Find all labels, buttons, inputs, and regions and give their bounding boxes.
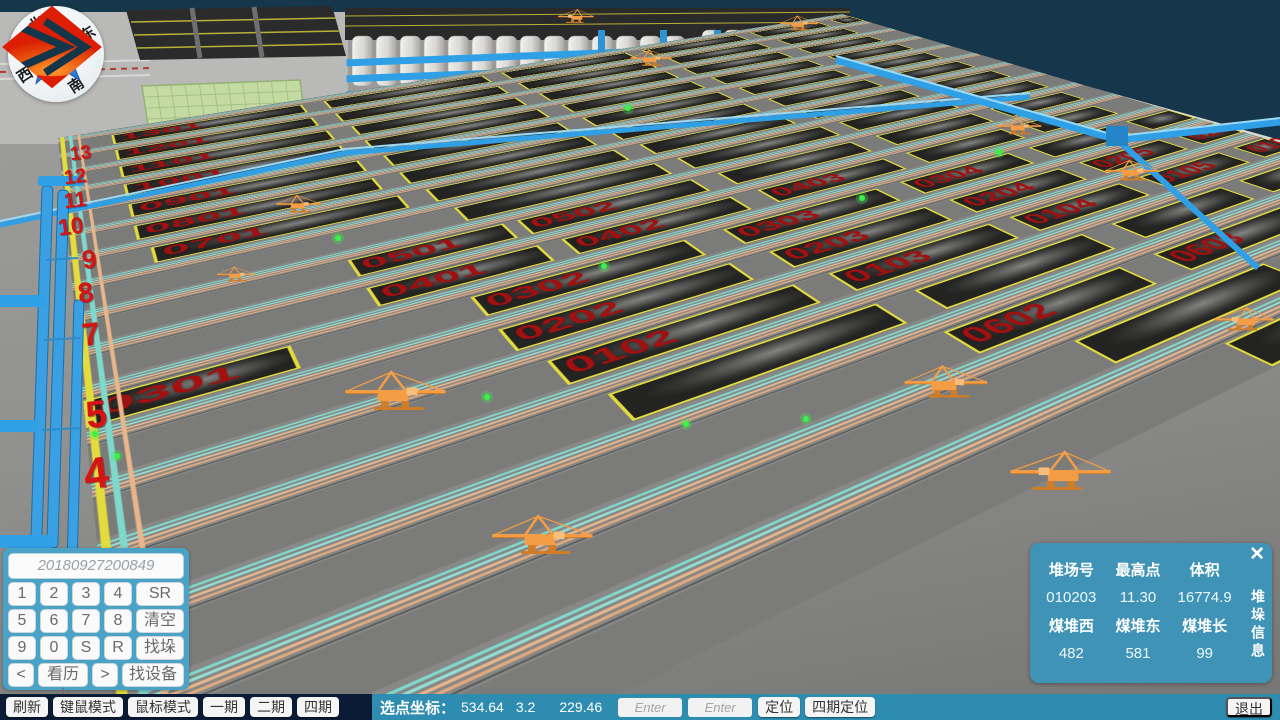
- toolbar-button-定位[interactable]: 定位: [758, 697, 800, 717]
- info-value: 16774.9: [1171, 589, 1238, 606]
- row-number-11: 11: [63, 189, 88, 213]
- coal-yard-3d-app: 1301120111011001090108010701050105020401…: [0, 0, 1280, 720]
- stacker-reclaimer-machine[interactable]: [780, 16, 818, 30]
- close-icon[interactable]: ✕: [1249, 545, 1265, 564]
- bottom-toolbar: 刷新键鼠模式鼠标模式一期二期四期 选点坐标： 534.64 3.2 229.46…: [0, 694, 1280, 720]
- coord-input-2[interactable]: [688, 698, 752, 717]
- row-number-9: 9: [80, 245, 98, 273]
- keypad-button-看历史[interactable]: 看历史: [38, 663, 88, 687]
- toolbar-button-键鼠模式[interactable]: 键鼠模式: [53, 697, 123, 717]
- company-logo-icon: [0, 4, 104, 90]
- info-header: 最高点: [1105, 559, 1172, 580]
- stacker-reclaimer-machine[interactable]: [492, 516, 592, 554]
- row-number-7: 7: [80, 317, 102, 351]
- status-dot: [856, 192, 868, 204]
- keypad-button-清空[interactable]: 清空: [136, 609, 184, 633]
- info-header: 煤堆西: [1038, 615, 1105, 636]
- keypad-button-S[interactable]: S: [72, 636, 100, 660]
- toolbar-button-四期定位[interactable]: 四期定位: [805, 697, 875, 717]
- status-dot: [800, 413, 812, 425]
- row-number-5: 5: [84, 395, 110, 435]
- stacker-reclaimer-machine[interactable]: [276, 195, 321, 212]
- keypad-button-<[interactable]: <: [8, 663, 34, 687]
- keypad-button-2[interactable]: 2: [40, 582, 68, 606]
- toolbar-left-section: 刷新键鼠模式鼠标模式一期二期四期: [0, 694, 372, 720]
- toolbar-button-鼠标模式[interactable]: 鼠标模式: [128, 697, 198, 717]
- keypad-button-R[interactable]: R: [104, 636, 132, 660]
- keypad-button-8[interactable]: 8: [104, 609, 132, 633]
- stack-search-input[interactable]: 20180927200849: [8, 553, 184, 579]
- status-dot: [680, 418, 692, 430]
- coord-z-value: 229.46: [559, 699, 602, 715]
- info-value: 99: [1171, 645, 1238, 662]
- stacker-reclaimer-machine[interactable]: [558, 10, 593, 23]
- selected-point-coords-label: 选点坐标：: [380, 697, 455, 718]
- cross-yard-conveyor: [0, 93, 1030, 225]
- status-dot: [481, 391, 493, 403]
- status-dot: [332, 232, 344, 244]
- keypad-button-6[interactable]: 6: [40, 609, 68, 633]
- info-header: 煤堆东: [1105, 615, 1172, 636]
- keypad-button-9[interactable]: 9: [8, 636, 36, 660]
- row-number-4: 4: [81, 451, 111, 498]
- keypad-button->[interactable]: >: [92, 663, 118, 687]
- keypad-button-4[interactable]: 4: [104, 582, 132, 606]
- toolbar-button-一期[interactable]: 一期: [203, 697, 245, 717]
- pile-info-panel: ✕ 堆场号最高点体积 01020311.3016774.9 煤堆西煤堆东煤堆长 482…: [1030, 543, 1272, 683]
- stack-search-panel: 20180927200849 1234SR5678清空90SR找垛<看历史>找设…: [3, 548, 189, 690]
- coord-y-value: 3.2: [516, 699, 535, 715]
- stacker-reclaimer-machine[interactable]: [1105, 160, 1158, 180]
- coord-input-1[interactable]: [618, 698, 682, 717]
- status-dot: [993, 146, 1005, 158]
- stacker-reclaimer-machine[interactable]: [1215, 308, 1274, 330]
- info-header: 堆场号: [1038, 559, 1105, 580]
- status-dot: [598, 260, 610, 272]
- keypad-button-SR[interactable]: SR: [136, 582, 184, 606]
- row-number-8: 8: [76, 278, 95, 308]
- info-header: 体积: [1171, 559, 1238, 580]
- info-header: 煤堆长: [1171, 615, 1238, 636]
- info-value: 482: [1038, 645, 1105, 662]
- stacker-reclaimer-machine[interactable]: [905, 366, 988, 397]
- toolbar-button-刷新[interactable]: 刷新: [6, 697, 48, 717]
- toolbar-button-四期[interactable]: 四期: [297, 697, 339, 717]
- row-number-12: 12: [63, 166, 88, 189]
- stacker-reclaimer-machine[interactable]: [345, 372, 445, 410]
- keypad-button-0[interactable]: 0: [40, 636, 68, 660]
- exit-button[interactable]: 退出: [1226, 697, 1272, 717]
- keypad-button-5[interactable]: 5: [8, 609, 36, 633]
- pile-info-side-label: 堆垛信息: [1248, 589, 1268, 661]
- keypad-button-3[interactable]: 3: [72, 582, 100, 606]
- keypad-button-1[interactable]: 1: [8, 582, 36, 606]
- info-value: 11.30: [1105, 589, 1172, 606]
- info-value: 581: [1105, 645, 1172, 662]
- info-value: 010203: [1038, 589, 1105, 606]
- keypad-button-7[interactable]: 7: [72, 609, 100, 633]
- stacker-reclaimer-machine[interactable]: [1010, 452, 1110, 490]
- toolbar-right-section: 选点坐标： 534.64 3.2 229.46 定位四期定位 退出: [372, 694, 1280, 720]
- coord-x-value: 534.64: [461, 699, 504, 715]
- keypad-button-找设备[interactable]: 找设备: [122, 663, 184, 687]
- status-dot: [111, 450, 123, 462]
- keypad-button-找垛[interactable]: 找垛: [136, 636, 184, 660]
- quay-pipeline: [836, 56, 1280, 268]
- stacker-reclaimer-machine[interactable]: [630, 50, 671, 66]
- row-number-13: 13: [69, 143, 92, 164]
- toolbar-button-二期[interactable]: 二期: [250, 697, 292, 717]
- stacker-reclaimer-machine[interactable]: [217, 267, 255, 281]
- row-number-10: 10: [57, 214, 85, 240]
- status-dot: [622, 102, 634, 114]
